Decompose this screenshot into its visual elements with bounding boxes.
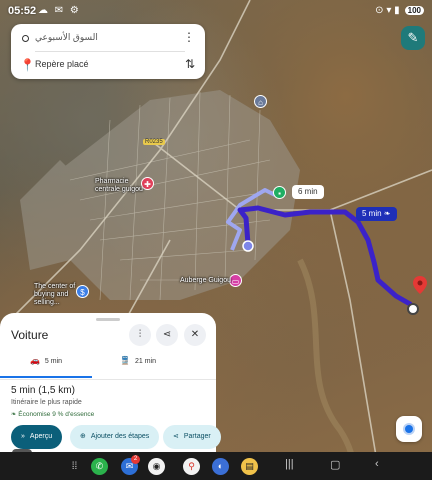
- system-nav-bar: ⁞⁞ ✆ ✉ 2 ◉ ⚲ ◐ ▤ ||| ▢ ‹: [0, 452, 432, 480]
- destination-row[interactable]: 📍 Repère placé ⇅: [11, 53, 205, 79]
- alt-route-time-badge[interactable]: 6 min: [292, 185, 324, 199]
- leaf-icon: ❧: [383, 209, 391, 218]
- destination-pin-icon[interactable]: [413, 276, 427, 294]
- transit-icon: 🚆: [120, 356, 130, 365]
- system-icons: ⊙ ▾ ▮: [375, 5, 400, 16]
- phone-icon[interactable]: ✆: [91, 458, 108, 475]
- origin-circle-icon: [22, 35, 29, 42]
- layers-button[interactable]: ✎: [401, 26, 425, 50]
- add-steps-label: Ajouter des étapes: [90, 433, 150, 440]
- close-icon: ✕: [190, 329, 200, 340]
- origin-row[interactable]: السوق الأسبوعي ⋮: [11, 26, 205, 52]
- add-steps-button[interactable]: ⊕ Ajouter des étapes: [70, 425, 160, 449]
- sheet-title: Voiture: [11, 328, 49, 342]
- overview-label: Aperçu: [29, 433, 53, 440]
- overview-button[interactable]: » Aperçu: [11, 425, 63, 449]
- destination-marker: [407, 303, 419, 315]
- action-bar: » Aperçu ⊕ Ajouter des étapes ⋖ Partager: [0, 425, 432, 451]
- tab-transit[interactable]: 🚆 21 min: [92, 356, 184, 378]
- store-icon[interactable]: ▤: [241, 458, 258, 475]
- route-card: السوق الأسبوعي ⋮ 📍 Repère placé ⇅: [11, 24, 205, 79]
- swap-icon[interactable]: ⇅: [185, 57, 195, 71]
- pharmacy-label[interactable]: Pharmacie centrale guigou: [95, 178, 143, 194]
- mosque-icon[interactable]: ⌂: [254, 95, 267, 108]
- add-stop-icon: ⊕: [80, 433, 86, 440]
- status-time: 05:52: [8, 5, 37, 17]
- pin-icon: 📍: [20, 58, 35, 72]
- recent-apps-icon[interactable]: |||: [285, 458, 294, 470]
- main-route-time-badge[interactable]: 5 min ❧: [356, 207, 397, 221]
- route-subtitle: Itinéraire le plus rapide: [11, 399, 82, 406]
- auberge-label[interactable]: Auberge Guigou: [180, 277, 231, 284]
- more-vert-icon[interactable]: ⋮: [183, 30, 195, 44]
- sheet-drag-handle[interactable]: [96, 318, 120, 321]
- share-route-button[interactable]: ⋖: [156, 324, 178, 346]
- origin-field[interactable]: السوق الأسبوعي: [35, 32, 98, 43]
- sliders-icon: ⫶: [138, 329, 142, 340]
- tab-transit-label: 21 min: [134, 358, 156, 365]
- share-icon: ⋖: [162, 329, 172, 340]
- road-label: R0235: [143, 139, 165, 145]
- car-marker-icon[interactable]: ▪: [273, 186, 286, 199]
- layers-icon: ✎: [407, 30, 419, 45]
- overview-icon: »: [21, 433, 25, 440]
- main-route-time: 5 min: [362, 209, 382, 218]
- tab-car-label: 5 min: [44, 358, 63, 365]
- tab-divider: [0, 379, 216, 380]
- eco-savings-text: Économise 9 % d'essence: [18, 411, 95, 418]
- close-button[interactable]: ✕: [184, 324, 206, 346]
- maps-icon[interactable]: ⚲: [183, 458, 200, 475]
- car-icon: 🚗: [29, 356, 40, 365]
- options-button[interactable]: ⫶: [129, 324, 151, 346]
- route-duration: 5 min (1,5 km): [11, 385, 75, 396]
- share-button[interactable]: ⋖ Partager: [163, 425, 221, 449]
- destination-field[interactable]: Repère placé: [35, 59, 89, 69]
- center-label[interactable]: The center of buying and selling...: [34, 283, 78, 307]
- eco-savings: ❧ Économise 9 % d'essence: [11, 410, 94, 418]
- camera-icon[interactable]: ◉: [148, 458, 165, 475]
- back-icon[interactable]: ‹: [375, 458, 379, 470]
- battery-icon: 100: [404, 6, 424, 15]
- share-label: Partager: [183, 433, 211, 440]
- route-card-divider: [35, 51, 185, 52]
- browser-icon[interactable]: ◐: [212, 458, 229, 475]
- status-right: ⊙ ▾ ▮ 100: [375, 5, 424, 16]
- route-origin-marker: [242, 240, 254, 252]
- notification-icons: ☁ ✉ ⚙: [38, 5, 81, 16]
- status-bar: 05:52 ☁ ✉ ⚙ ⊙ ▾ ▮ 100: [0, 0, 432, 22]
- home-icon[interactable]: ▢: [330, 458, 340, 471]
- apps-grid-icon[interactable]: ⁞⁞: [66, 458, 83, 475]
- messages-badge: 2: [131, 455, 140, 464]
- tab-car[interactable]: 🚗 5 min: [0, 356, 92, 378]
- share-icon: ⋖: [173, 433, 179, 440]
